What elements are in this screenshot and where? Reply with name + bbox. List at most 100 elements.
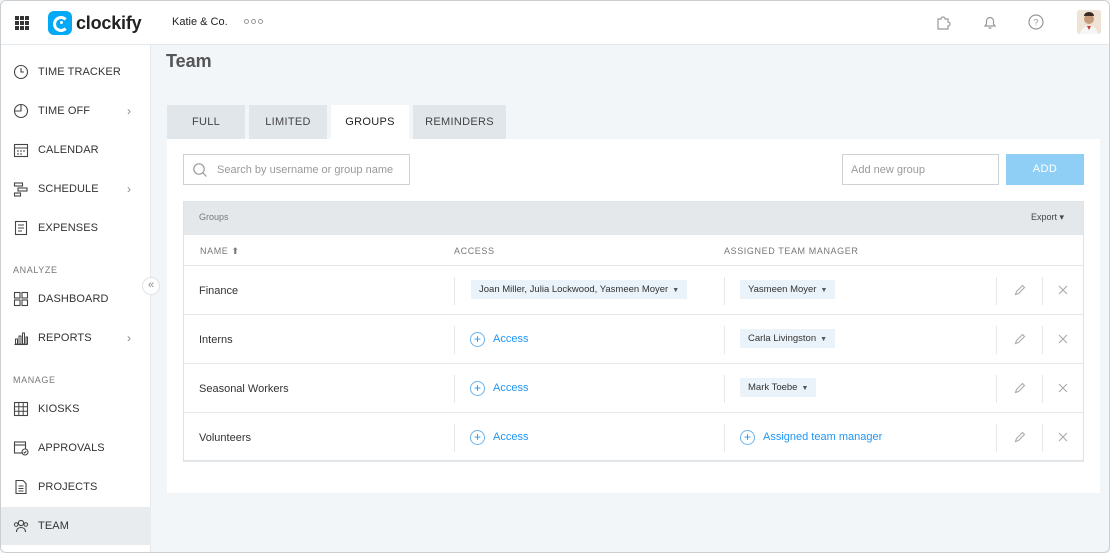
chevron-right-icon: › xyxy=(127,104,131,118)
avatar[interactable] xyxy=(1077,10,1101,34)
sidebar-item-approvals[interactable]: APPROVALS xyxy=(1,429,151,467)
sidebar-item-projects[interactable]: PROJECTS xyxy=(1,468,151,506)
sidebar-item-label: SCHEDULE xyxy=(38,183,99,195)
divider xyxy=(724,277,725,305)
sidebar-item-team[interactable]: TEAM xyxy=(1,507,151,545)
assign-manager-link[interactable]: + Assigned team manager xyxy=(740,428,882,446)
caret-down-icon: ▼ xyxy=(820,336,828,343)
help-icon[interactable]: ? xyxy=(1027,13,1045,31)
access-chip[interactable]: Joan Miller, Julia Lockwood, Yasmeen Moy… xyxy=(471,280,688,299)
edit-icon[interactable] xyxy=(1013,332,1027,346)
manager-chip-text: Mark Toebe xyxy=(748,382,798,393)
sidebar-item-label: PROJECTS xyxy=(38,481,98,493)
column-name[interactable]: NAME ⬆ xyxy=(200,246,240,257)
divider xyxy=(724,326,725,354)
sidebar-item-label: KIOSKS xyxy=(38,403,80,415)
edit-icon[interactable] xyxy=(1013,381,1027,395)
search-icon xyxy=(192,162,208,178)
time-off-icon xyxy=(13,103,29,119)
plus-circle-icon: + xyxy=(470,380,485,396)
team-icon xyxy=(13,518,29,534)
apps-grid-icon[interactable] xyxy=(15,16,29,30)
close-icon[interactable] xyxy=(1056,283,1070,297)
logo-text: clockify xyxy=(76,12,142,33)
tab-full[interactable]: FULL xyxy=(167,105,245,139)
divider xyxy=(996,375,997,403)
divider xyxy=(454,375,455,403)
divider xyxy=(1042,375,1043,403)
edit-icon[interactable] xyxy=(1013,283,1027,297)
logo[interactable]: clockify xyxy=(48,11,142,35)
tab-limited[interactable]: LIMITED xyxy=(249,105,327,139)
puzzle-icon[interactable] xyxy=(935,13,953,31)
manager-chip-text: Carla Livingston xyxy=(748,333,817,344)
sidebar-item-label: APPROVALS xyxy=(38,442,105,454)
divider xyxy=(1042,277,1043,305)
caret-down-icon: ▼ xyxy=(672,287,680,294)
sidebar-item-label: TIME TRACKER xyxy=(38,66,121,78)
sidebar-item-time-tracker[interactable]: TIME TRACKER xyxy=(1,53,151,91)
add-group-placeholder: Add new group xyxy=(851,164,925,176)
sidebar-item-time-off[interactable]: TIME OFF › xyxy=(1,92,151,130)
assign-manager-label: Assigned team manager xyxy=(763,431,883,443)
manager-chip[interactable]: Mark Toebe ▼ xyxy=(740,378,817,397)
table-row: Seasonal Workers + Access Mark Toebe ▼ xyxy=(184,365,1083,413)
collapse-sidebar-button[interactable]: « xyxy=(142,277,160,295)
plus-circle-icon: + xyxy=(470,331,485,347)
tab-reminders[interactable]: REMINDERS xyxy=(413,105,506,139)
table-header: Groups Export ▾ xyxy=(184,202,1083,235)
add-access-link[interactable]: + Access xyxy=(470,379,528,397)
add-access-label: Access xyxy=(493,333,529,345)
manager-chip[interactable]: Carla Livingston ▼ xyxy=(740,329,836,348)
groups-card: Search by username or group name Add new… xyxy=(167,139,1100,493)
table-row: Interns + Access Carla Livingston ▼ xyxy=(184,316,1083,364)
bell-icon[interactable] xyxy=(981,13,999,31)
sidebar-item-kiosks[interactable]: KIOSKS xyxy=(1,390,151,428)
search-input[interactable]: Search by username or group name xyxy=(183,154,410,185)
add-access-link[interactable]: + Access xyxy=(470,330,528,348)
schedule-icon xyxy=(13,181,29,197)
column-manager: ASSIGNED TEAM MANAGER xyxy=(724,246,859,256)
sidebar-item-expenses[interactable]: EXPENSES xyxy=(1,209,151,247)
close-icon[interactable] xyxy=(1056,381,1070,395)
page-title: Team xyxy=(166,51,212,71)
manager-chip[interactable]: Yasmeen Moyer ▼ xyxy=(740,280,836,299)
add-access-link[interactable]: + Access xyxy=(470,428,528,446)
add-group-input[interactable]: Add new group xyxy=(842,154,999,185)
close-icon[interactable] xyxy=(1056,332,1070,346)
divider xyxy=(1042,326,1043,354)
group-name: Seasonal Workers xyxy=(199,383,289,395)
sidebar-item-reports[interactable]: REPORTS › xyxy=(1,319,151,357)
group-name: Volunteers xyxy=(199,432,251,444)
divider xyxy=(996,277,997,305)
groups-table: Groups Export ▾ NAME ⬆ ACCESS ASSIGNED T… xyxy=(183,201,1084,462)
workspace-switcher-icon[interactable] xyxy=(244,19,263,24)
svg-text:?: ? xyxy=(1033,18,1038,28)
sidebar-item-schedule[interactable]: SCHEDULE › xyxy=(1,170,151,208)
tab-groups[interactable]: GROUPS xyxy=(331,105,409,139)
close-icon[interactable] xyxy=(1056,430,1070,444)
sidebar-item-label: CALENDAR xyxy=(38,144,99,156)
top-bar: clockify Katie & Co. ? xyxy=(1,1,1109,45)
export-dropdown[interactable]: Export ▾ xyxy=(1031,212,1064,223)
sidebar-item-calendar[interactable]: CALENDAR xyxy=(1,131,151,169)
dashboard-icon xyxy=(13,291,29,307)
sidebar-item-dashboard[interactable]: DASHBOARD xyxy=(1,280,151,318)
add-button[interactable]: ADD xyxy=(1006,154,1084,185)
caret-down-icon: ▼ xyxy=(820,287,828,294)
table-title: Groups xyxy=(199,212,229,222)
kiosks-icon xyxy=(13,401,29,417)
group-name: Finance xyxy=(199,285,239,297)
edit-icon[interactable] xyxy=(1013,430,1027,444)
reports-icon xyxy=(13,330,29,346)
access-chip-text: Joan Miller, Julia Lockwood, Yasmeen Moy… xyxy=(479,284,669,295)
app-window: clockify Katie & Co. ? TIME TRACKER TIME… xyxy=(0,0,1110,553)
approvals-icon xyxy=(13,440,29,456)
divider xyxy=(724,424,725,452)
projects-icon xyxy=(13,479,29,495)
plus-circle-icon: + xyxy=(740,429,755,445)
divider xyxy=(454,277,455,305)
workspace-name[interactable]: Katie & Co. xyxy=(172,16,228,28)
column-access: ACCESS xyxy=(454,246,495,256)
divider xyxy=(454,326,455,354)
